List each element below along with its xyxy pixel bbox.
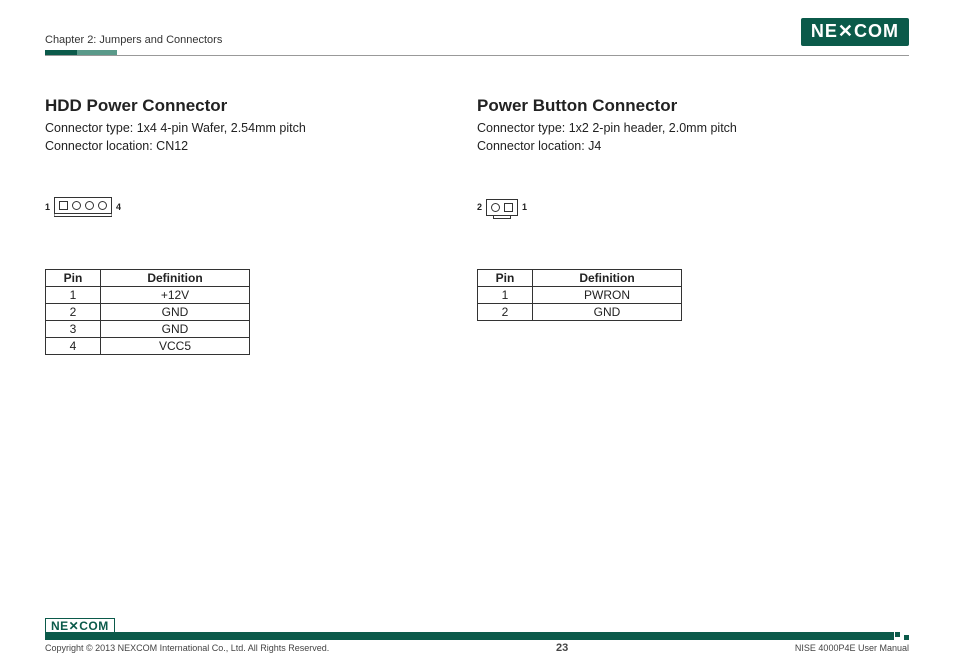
- footer-bar: [45, 632, 909, 640]
- pin-3-circle-icon: [85, 201, 94, 210]
- hdd-location: Connector location: CN12: [45, 138, 477, 156]
- pin-1-square-icon: [59, 201, 68, 210]
- table-row: 2 GND: [478, 304, 682, 321]
- cell-pin: 3: [46, 321, 101, 338]
- col-pin: Pin: [478, 270, 533, 287]
- diagram-pin-4-label: 4: [116, 202, 121, 212]
- diagram-pin-1-label: 1: [522, 202, 527, 212]
- cell-def: VCC5: [101, 338, 250, 355]
- cell-pin: 1: [478, 287, 533, 304]
- cell-def: PWRON: [533, 287, 682, 304]
- wafer-4pin-diagram: 1 4: [45, 197, 121, 217]
- hdd-type: Connector type: 1x4 4-pin Wafer, 2.54mm …: [45, 120, 477, 138]
- cell-def: GND: [101, 321, 250, 338]
- cell-def: GND: [533, 304, 682, 321]
- pwrbtn-type: Connector type: 1x2 2-pin header, 2.0mm …: [477, 120, 909, 138]
- copyright-text: Copyright © 2013 NEXCOM International Co…: [45, 643, 329, 653]
- chapter-title: Chapter 2: Jumpers and Connectors: [45, 34, 222, 46]
- content-columns: HDD Power Connector Connector type: 1x4 …: [45, 96, 909, 355]
- table-row: 1 PWRON: [478, 287, 682, 304]
- table-header-row: Pin Definition: [478, 270, 682, 287]
- page-header: Chapter 2: Jumpers and Connectors NE✕COM: [45, 18, 909, 46]
- manual-name: NISE 4000P4E User Manual: [795, 643, 909, 653]
- nexcom-logo: NE✕COM: [801, 18, 909, 46]
- pwrbtn-pin-table: Pin Definition 1 PWRON 2 GND: [477, 269, 682, 321]
- pin-2-circle-icon: [72, 201, 81, 210]
- pwrbtn-location: Connector location: J4: [477, 138, 909, 156]
- cell-def: GND: [101, 304, 250, 321]
- cell-def: +12V: [101, 287, 250, 304]
- footer-logo-text: NE✕COM: [51, 619, 109, 633]
- diagram-pin-1-label: 1: [45, 202, 50, 212]
- table-row: 4 VCC5: [46, 338, 250, 355]
- header-rule: [45, 50, 909, 56]
- left-column: HDD Power Connector Connector type: 1x4 …: [45, 96, 477, 355]
- page-number: 23: [556, 642, 568, 654]
- page-footer: NE✕COM Copyright © 2013 NEXCOM Internati…: [45, 632, 909, 654]
- table-row: 1 +12V: [46, 287, 250, 304]
- pin-1-square-icon: [504, 203, 513, 212]
- hdd-title: HDD Power Connector: [45, 96, 477, 116]
- table-row: 3 GND: [46, 321, 250, 338]
- table-row: 2 GND: [46, 304, 250, 321]
- diagram-pin-2-label: 2: [477, 202, 482, 212]
- logo-text: NE✕COM: [811, 21, 899, 42]
- col-pin: Pin: [46, 270, 101, 287]
- cell-pin: 4: [46, 338, 101, 355]
- col-definition: Definition: [101, 270, 250, 287]
- cell-pin: 2: [478, 304, 533, 321]
- col-definition: Definition: [533, 270, 682, 287]
- footer-row: Copyright © 2013 NEXCOM International Co…: [45, 642, 909, 654]
- header-2pin-diagram: 2 1: [477, 199, 527, 216]
- pwrbtn-diagram: 2 1: [477, 187, 909, 227]
- wafer-box: [54, 197, 112, 217]
- cell-pin: 2: [46, 304, 101, 321]
- table-header-row: Pin Definition: [46, 270, 250, 287]
- cell-pin: 1: [46, 287, 101, 304]
- pwrbtn-title: Power Button Connector: [477, 96, 909, 116]
- right-column: Power Button Connector Connector type: 1…: [477, 96, 909, 355]
- hdd-pin-table: Pin Definition 1 +12V 2 GND 3 GND: [45, 269, 250, 355]
- pin-4-circle-icon: [98, 201, 107, 210]
- footer-notch-icon: [895, 632, 909, 640]
- hdd-diagram: 1 4: [45, 187, 477, 227]
- header-box: [486, 199, 518, 216]
- pin-2-circle-icon: [491, 203, 500, 212]
